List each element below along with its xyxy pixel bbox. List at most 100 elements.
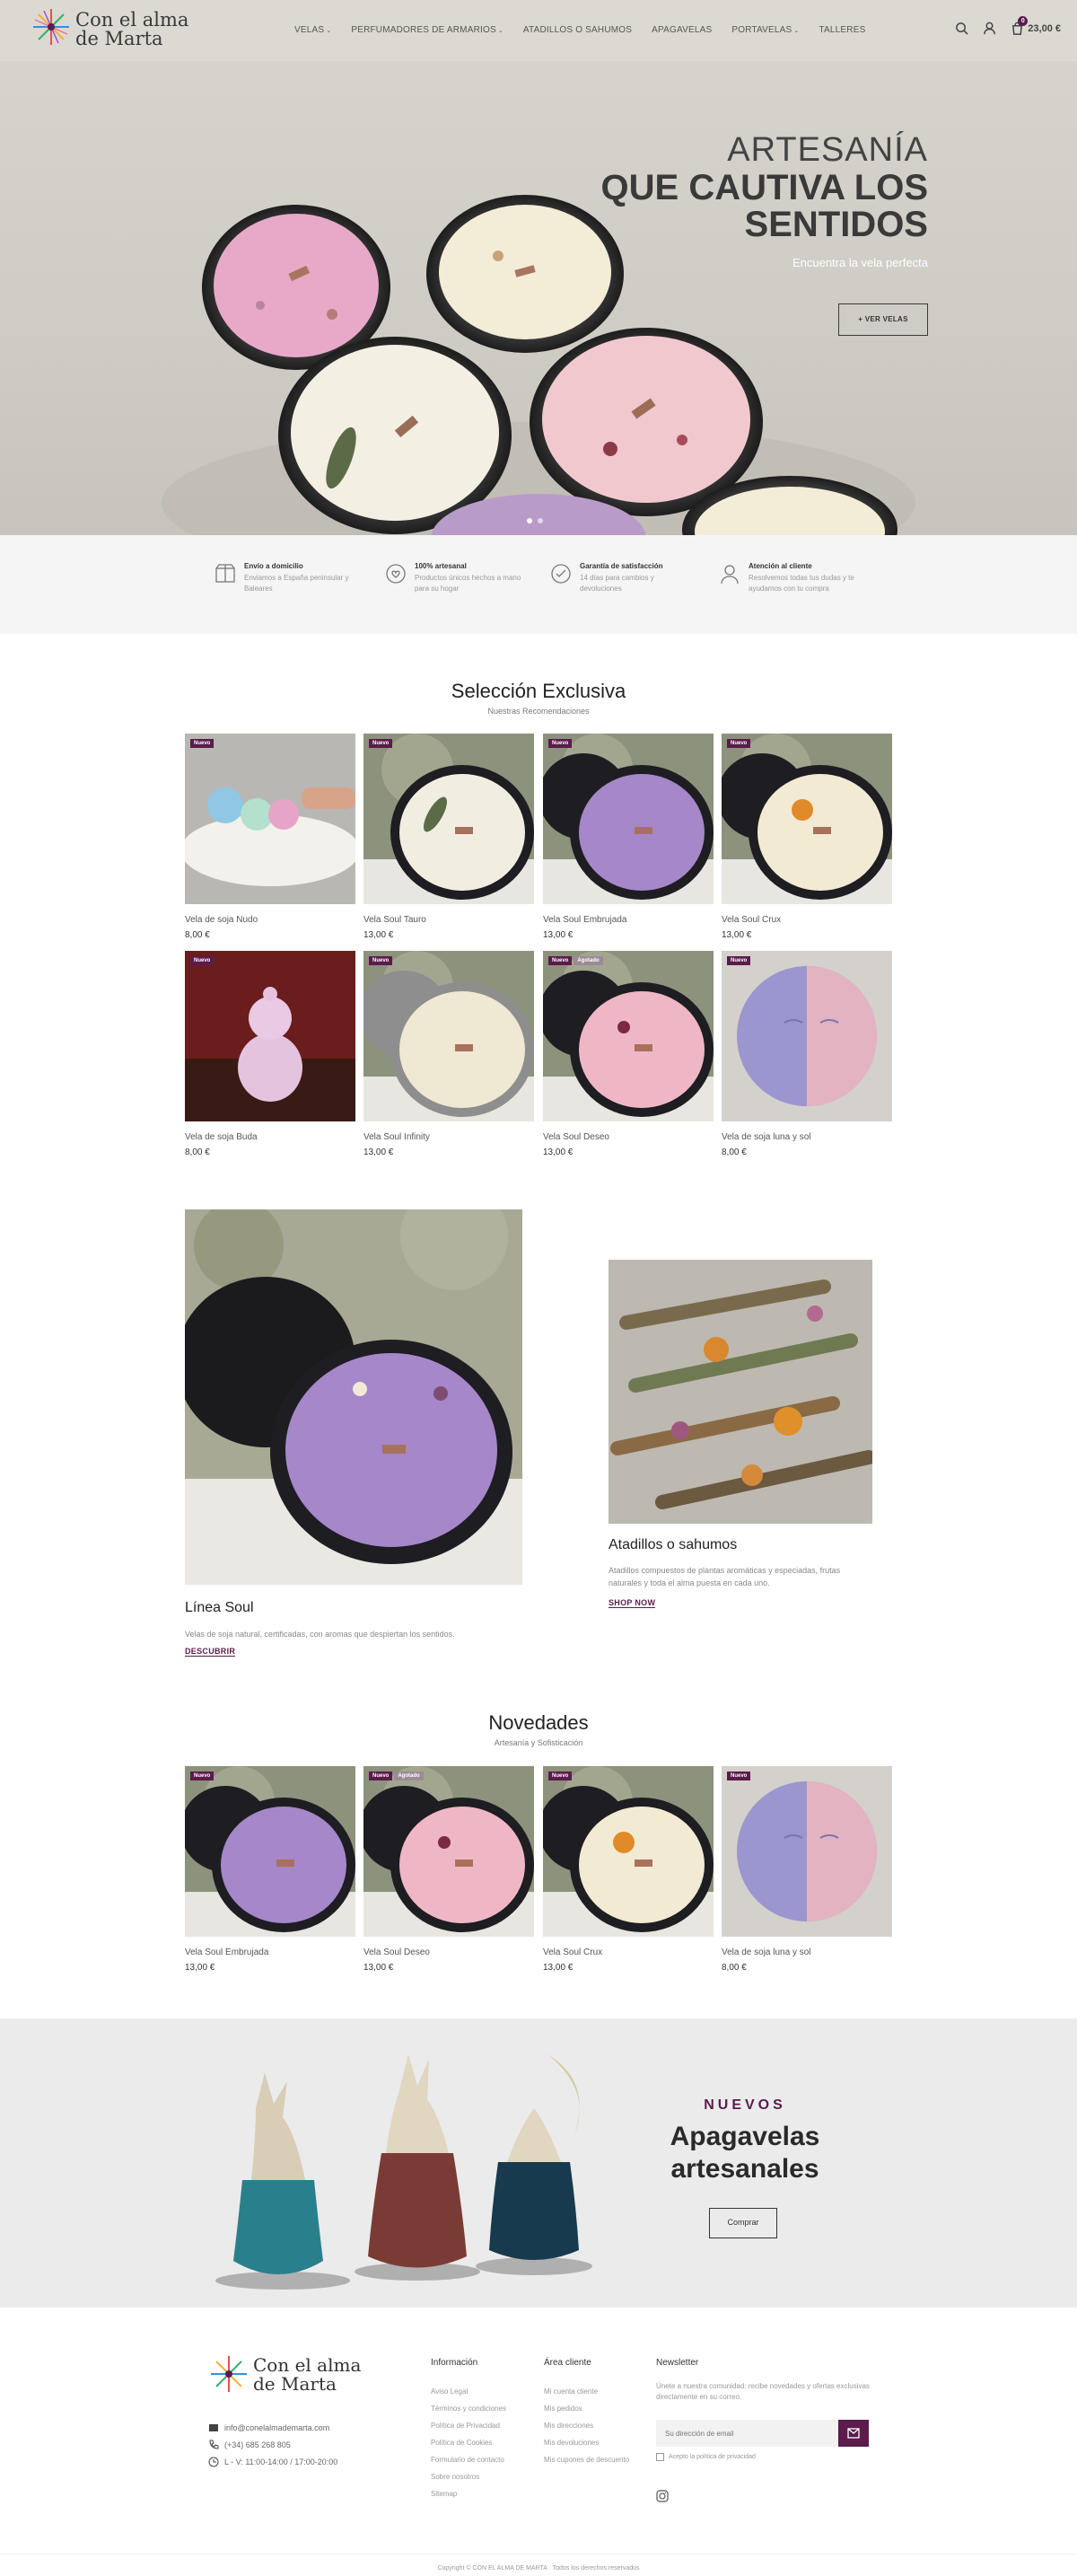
slider-dot[interactable] <box>538 518 543 523</box>
footer-contact-item[interactable]: (+34) 685 268 805 <box>208 2440 291 2450</box>
linea-soul-title: Línea Soul <box>185 1600 254 1615</box>
product-card[interactable]: Nuevo Vela de soja Buda 8,00 € <box>185 951 355 1157</box>
search-icon[interactable] <box>955 22 968 35</box>
product-card[interactable]: Nuevo Vela Soul Embrujada 13,00 € <box>185 1766 355 1973</box>
novedades-subtitle: Artesanía y Sofisticación <box>494 1738 583 1747</box>
feature-desc: Productos únicos hechos a mano para su h… <box>415 574 521 593</box>
product-badge: Nuevo <box>369 1772 393 1780</box>
product-name[interactable]: Vela Soul Infinity <box>363 1132 534 1142</box>
product-price: 8,00 € <box>722 1147 747 1157</box>
support-icon <box>721 565 739 585</box>
nav-item-5[interactable]: TALLERES <box>819 25 865 35</box>
brand-name-line2: de Marta <box>75 28 163 49</box>
footer-logo[interactable]: Con el alma de Marta <box>208 2351 361 2399</box>
product-card[interactable]: Nuevo Vela Soul Tauro 13,00 € <box>363 734 534 940</box>
discover-link[interactable]: DESCUBRIR <box>185 1647 236 1657</box>
product-card[interactable]: Nuevo Agotado Vela Soul Deseo 13,00 € <box>543 951 714 1157</box>
product-image[interactable]: Nuevo <box>722 951 892 1121</box>
atadillos-title: Atadillos o sahumos <box>609 1537 738 1552</box>
product-image[interactable]: Nuevo Agotado <box>363 1766 534 1937</box>
linea-soul-image[interactable] <box>185 1209 522 1585</box>
product-name[interactable]: Vela Soul Crux <box>722 915 892 925</box>
user-icon[interactable] <box>983 22 996 35</box>
consent-checkbox[interactable] <box>656 2453 664 2461</box>
instagram-icon[interactable] <box>656 2490 669 2502</box>
atadillos-image[interactable] <box>609 1260 872 1524</box>
nav-item-2[interactable]: ATADILLOS O SAHUMOS <box>523 25 632 35</box>
slider-dot[interactable] <box>527 518 532 523</box>
product-name[interactable]: Vela Soul Embrujada <box>543 915 714 925</box>
product-name[interactable]: Vela de soja luna y sol <box>722 1947 892 1957</box>
nav-item-0[interactable]: VELAS ⌄ <box>294 25 331 35</box>
product-card[interactable]: Nuevo Vela de soja luna y sol 8,00 € <box>722 951 892 1157</box>
product-name[interactable]: Vela Soul Deseo <box>363 1947 534 1957</box>
product-image[interactable]: Nuevo <box>185 951 355 1121</box>
footer-link[interactable]: Política de Privacidad <box>431 2417 506 2434</box>
product-image[interactable]: Nuevo <box>185 1766 355 1937</box>
product-name[interactable]: Vela Soul Deseo <box>543 1132 714 1142</box>
product-price: 13,00 € <box>722 930 752 940</box>
product-card[interactable]: Nuevo Vela Soul Infinity 13,00 € <box>363 951 534 1157</box>
product-price: 13,00 € <box>543 1963 574 1973</box>
cart-button[interactable]: 0 23,00 € <box>1011 16 1061 35</box>
product-badge: Agotado <box>574 956 603 965</box>
footer-link[interactable]: Mis pedidos <box>544 2400 629 2417</box>
footer-link[interactable]: Mis direcciones <box>544 2417 629 2434</box>
see-candles-button[interactable]: + VER VELAS <box>838 303 928 336</box>
feature-item: Atención al cliente Resolvemos todas tus … <box>718 562 856 594</box>
footer-link[interactable]: Sitemap <box>431 2485 506 2502</box>
shop-now-link[interactable]: SHOP NOW <box>609 1598 656 1608</box>
newsletter-email-input[interactable] <box>656 2420 838 2447</box>
brand-name-line1: Con el alma <box>75 9 189 31</box>
product-price: 13,00 € <box>185 1963 215 1973</box>
product-card[interactable]: Nuevo Vela Soul Crux 13,00 € <box>543 1766 714 1973</box>
product-image[interactable]: Nuevo <box>363 734 534 904</box>
product-name[interactable]: Vela Soul Tauro <box>363 915 534 925</box>
contact-text: L - V: 11:00-14:00 / 17:00-20:00 <box>224 2457 338 2466</box>
product-name[interactable]: Vela de soja Nudo <box>185 915 355 925</box>
footer-contact-item[interactable]: L - V: 11:00-14:00 / 17:00-20:00 <box>208 2457 337 2467</box>
nav-item-3[interactable]: APAGAVELAS <box>652 25 712 35</box>
footer-link[interactable]: Términos y condiciones <box>431 2400 506 2417</box>
product-card[interactable]: Nuevo Vela de soja Nudo 8,00 € <box>185 734 355 940</box>
site-logo[interactable]: Con el alma de Marta <box>31 5 188 54</box>
apagavelas-title: Apagavelas artesanales <box>628 2121 862 2185</box>
product-image[interactable]: Nuevo <box>543 1766 714 1937</box>
product-image[interactable]: Nuevo <box>185 734 355 904</box>
footer-link[interactable]: Mi cuenta cliente <box>544 2383 629 2400</box>
product-image[interactable]: Nuevo Agotado <box>543 951 714 1121</box>
footer-link[interactable]: Mis devoluciones <box>544 2434 629 2451</box>
product-name[interactable]: Vela Soul Embrujada <box>185 1947 355 1957</box>
product-card[interactable]: Nuevo Vela Soul Crux 13,00 € <box>722 734 892 940</box>
nav-item-1[interactable]: PERFUMADORES DE ARMARIOS ⌄ <box>351 25 503 35</box>
hero-heading-line2: QUE CAUTIVA LOS <box>600 168 928 207</box>
nav-item-4[interactable]: PORTAVELAS ⌄ <box>731 25 799 35</box>
product-image[interactable]: Nuevo <box>543 734 714 904</box>
product-card[interactable]: Nuevo Agotado Vela Soul Deseo 13,00 € <box>363 1766 534 1973</box>
buy-button[interactable]: Comprar <box>709 2208 777 2238</box>
brand-sun-icon <box>33 9 69 45</box>
footer-link[interactable]: Sobre nosotros <box>431 2468 506 2485</box>
product-card[interactable]: Nuevo Vela de soja luna y sol 8,00 € <box>722 1766 892 1973</box>
feature-item: Garantía de satisfacción 14 días para cam… <box>549 562 687 594</box>
product-image[interactable]: Nuevo <box>722 734 892 904</box>
footer-link[interactable]: Mis cupones de descuento <box>544 2451 629 2468</box>
footer-link[interactable]: Formulario de contacto <box>431 2451 506 2468</box>
newsletter-submit-button[interactable] <box>838 2420 869 2447</box>
product-card[interactable]: Nuevo Vela Soul Embrujada 13,00 € <box>543 734 714 940</box>
footer-link[interactable]: Política de Cookies <box>431 2434 506 2451</box>
main-nav: VELAS ⌄ PERFUMADORES DE ARMARIOS ⌄ ATADILLOS… <box>294 25 865 35</box>
product-image[interactable]: Nuevo <box>363 951 534 1121</box>
footer-link[interactable]: Aviso Legal <box>431 2383 506 2400</box>
product-badges: Nuevo <box>727 739 751 748</box>
product-name[interactable]: Vela Soul Crux <box>543 1947 714 1957</box>
product-badge: Nuevo <box>190 956 215 965</box>
brand-sun-icon <box>211 2356 247 2392</box>
copyright: Copyright © CON EL ALMA DE MARTA · Todos… <box>437 2565 640 2572</box>
product-price: 8,00 € <box>185 1147 210 1157</box>
product-name[interactable]: Vela de soja luna y sol <box>722 1132 892 1142</box>
mail-icon <box>209 2424 218 2431</box>
product-name[interactable]: Vela de soja Buda <box>185 1132 355 1142</box>
footer-contact-item[interactable]: info@conelalmademarta.com <box>208 2422 329 2433</box>
product-image[interactable]: Nuevo <box>722 1766 892 1937</box>
